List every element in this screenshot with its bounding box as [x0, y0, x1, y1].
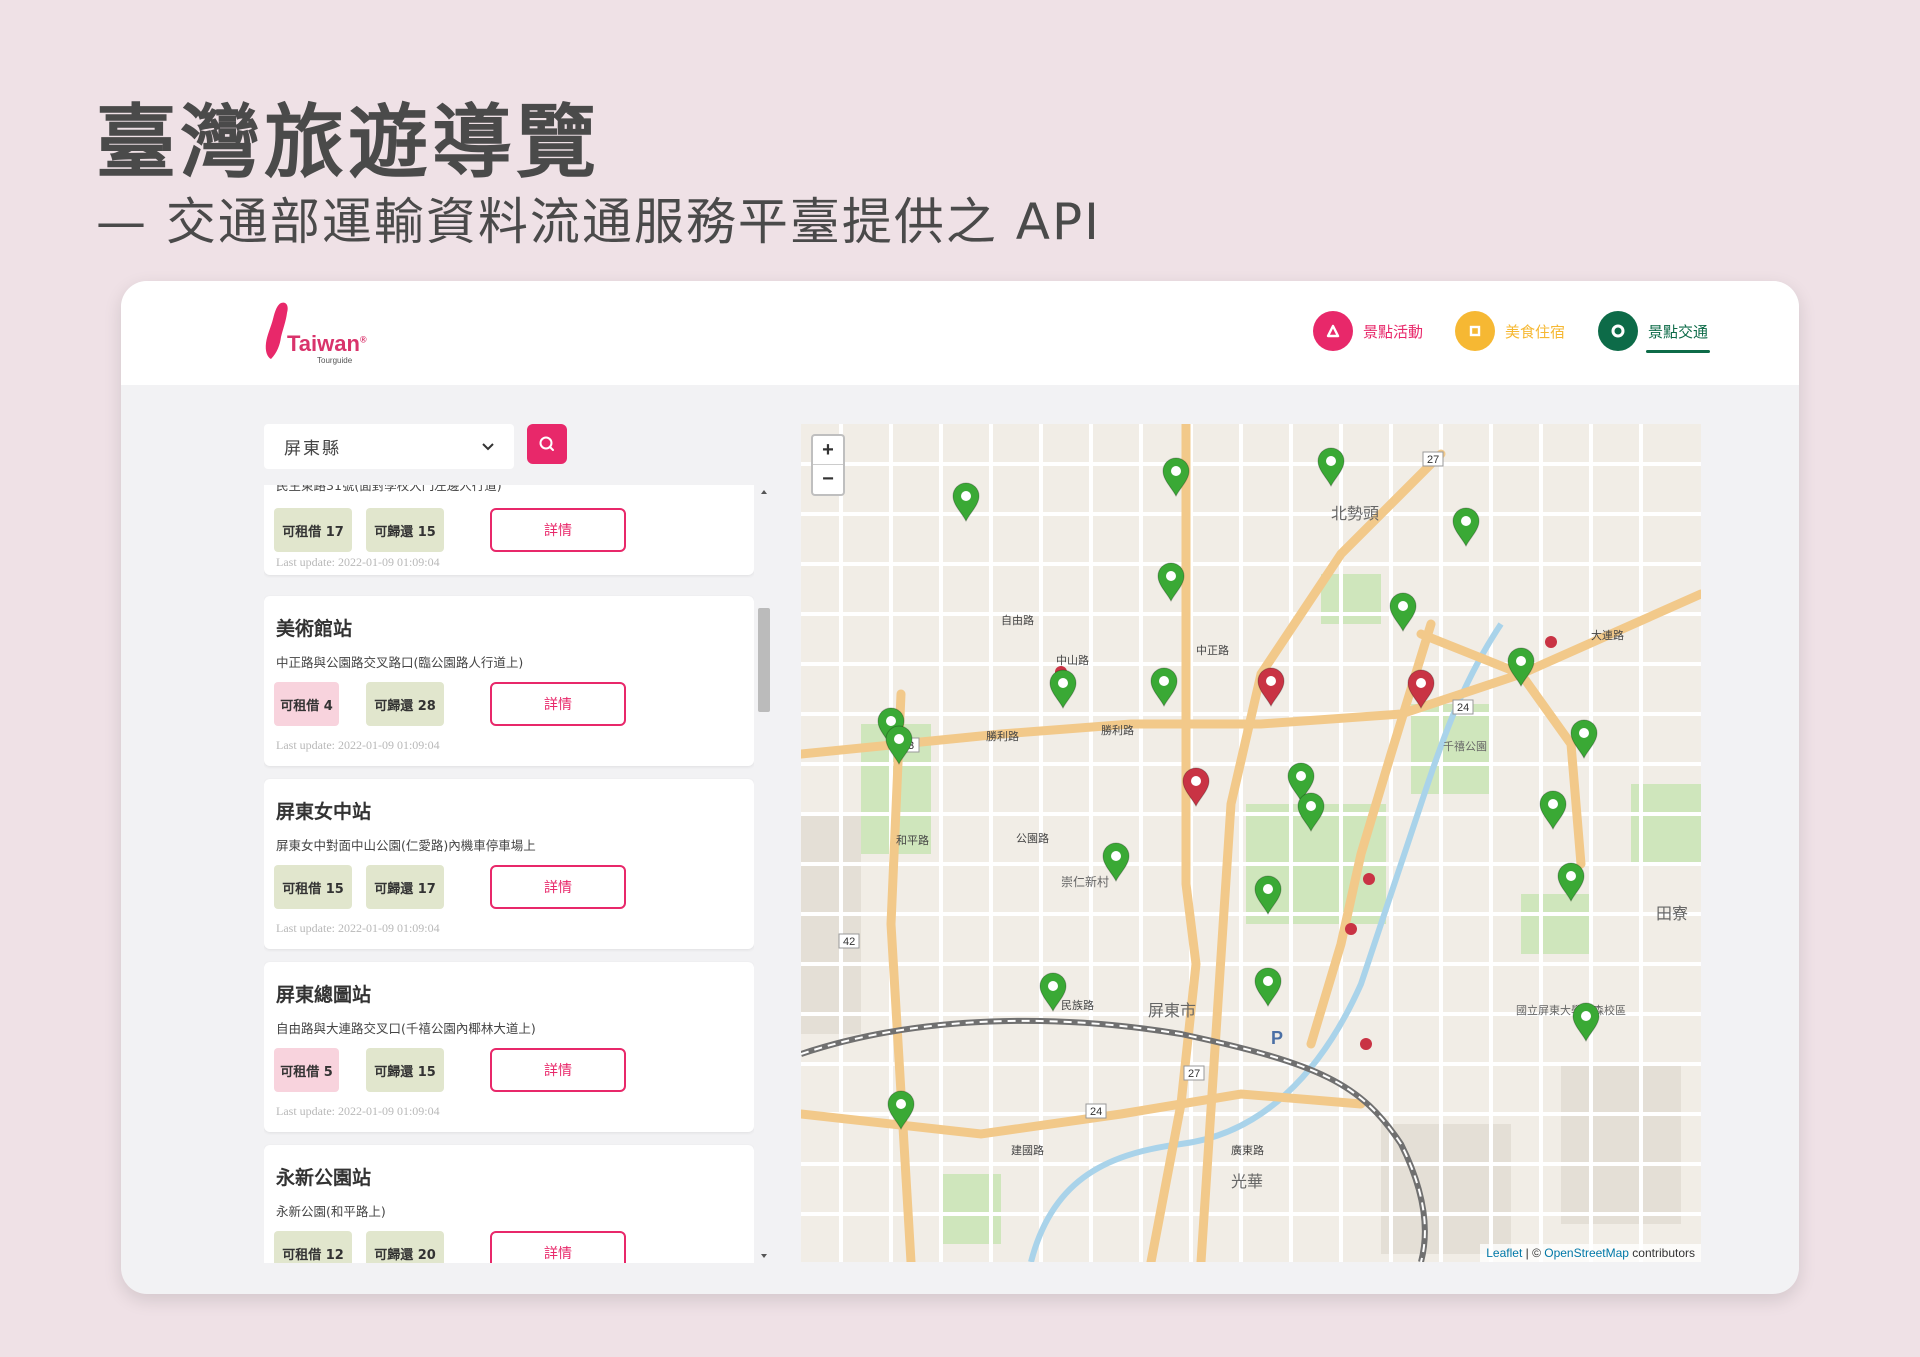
svg-text:中正路: 中正路 — [1196, 644, 1229, 657]
station-card[interactable]: 屏東女中站 屏東女中對面中山公園(仁愛路)內機車停車場上 可租借 15 可歸還 … — [264, 779, 754, 949]
detail-button[interactable]: 詳情 — [490, 682, 626, 726]
nav-food-lodging[interactable]: 美食住宿 — [1455, 311, 1565, 351]
svg-text:42: 42 — [843, 936, 855, 948]
return-badge: 可歸還 17 — [366, 865, 444, 909]
svg-text:建國路: 建國路 — [1011, 1143, 1044, 1157]
nav-scenic-activities[interactable]: 景點活動 — [1313, 311, 1423, 351]
parking-icon: P — [1271, 1028, 1283, 1048]
station-address: 中正路與公園路交叉路口(臨公園路人行道上) — [276, 655, 524, 670]
circle-icon — [1598, 311, 1638, 351]
return-badge: 可歸還 20 — [366, 1231, 444, 1263]
rent-badge: 可租借 4 — [274, 682, 339, 726]
osm-link[interactable]: OpenStreetMap — [1544, 1246, 1629, 1260]
svg-text:勝利路: 勝利路 — [1101, 723, 1134, 737]
nav-label: 美食住宿 — [1505, 322, 1566, 341]
svg-text:屏東市: 屏東市 — [1148, 1001, 1196, 1020]
map-view[interactable]: 27 3 24 27 24 42 北勢頭 屏東市 光華 田寮 崇仁新村 國立屏東… — [801, 424, 1701, 1262]
search-icon — [539, 436, 554, 451]
station-name: 永新公園站 — [276, 1167, 372, 1189]
scroll-down-icon[interactable] — [758, 1251, 770, 1261]
last-update: Last update: 2022-01-09 01:09:04 — [276, 555, 440, 569]
station-list[interactable]: 民生東路31號(面對學校大門左邊人行道) 可租借 17 可歸還 15 詳情 La… — [264, 485, 754, 1263]
detail-button[interactable]: 詳情 — [490, 1048, 626, 1092]
svg-text:和平路: 和平路 — [896, 834, 929, 847]
station-card[interactable]: 屏東總圖站 自由路與大連路交叉口(千禧公園內椰林大道上) 可租借 5 可歸還 1… — [264, 962, 754, 1132]
nav-label: 景點交通 — [1648, 322, 1709, 341]
page-title: 臺灣旅遊導覽 — [96, 96, 600, 189]
svg-text:27: 27 — [1188, 1068, 1200, 1080]
svg-text:田寮: 田寮 — [1656, 904, 1688, 923]
logo-subtext: Tourguide — [317, 356, 353, 365]
svg-text:北勢頭: 北勢頭 — [1331, 504, 1379, 523]
svg-text:民族路: 民族路 — [1061, 998, 1094, 1012]
last-update: Last update: 2022-01-09 01:09:04 — [276, 738, 440, 752]
detail-button[interactable]: 詳情 — [490, 1231, 626, 1263]
return-badge: 可歸還 15 — [366, 1048, 444, 1092]
svg-text:公園路: 公園路 — [1016, 832, 1049, 845]
triangle-icon — [1313, 311, 1353, 351]
station-card[interactable]: 永新公園站 永新公園(和平路上) 可租借 12 可歸還 20 詳情 — [264, 1145, 754, 1263]
detail-button[interactable]: 詳情 — [490, 508, 626, 552]
svg-text:24: 24 — [1457, 702, 1469, 714]
return-badge: 可歸還 28 — [366, 682, 444, 726]
station-name: 美術館站 — [276, 618, 353, 640]
zoom-in-button[interactable]: + — [813, 436, 843, 465]
attribution-separator: | © — [1522, 1246, 1545, 1260]
station-card[interactable]: 民生東路31號(面對學校大門左邊人行道) 可租借 17 可歸還 15 詳情 La… — [264, 485, 754, 575]
county-select[interactable]: 屏東縣 — [264, 424, 514, 469]
app-window: Taiwan® Tourguide 景點活動 美食住宿 景點交通 屏東縣 民生東… — [121, 281, 1799, 1294]
page-subtitle: — 交通部運輸資料流通服務平臺提供之 API — [96, 193, 1101, 251]
rent-badge: 可租借 5 — [274, 1048, 339, 1092]
last-update: Last update: 2022-01-09 01:09:04 — [276, 1104, 440, 1118]
zoom-control[interactable]: + − — [811, 434, 845, 496]
svg-text:崇仁新村: 崇仁新村 — [1061, 874, 1109, 889]
leaflet-link[interactable]: Leaflet — [1486, 1246, 1522, 1260]
scroll-up-icon[interactable] — [758, 487, 770, 497]
svg-text:國立屏東大學林森校區: 國立屏東大學林森校區 — [1516, 1003, 1626, 1017]
chevron-down-icon — [482, 442, 494, 450]
scroll-thumb[interactable] — [758, 608, 770, 712]
svg-text:大連路: 大連路 — [1591, 628, 1624, 642]
station-address: 屏東女中對面中山公園(仁愛路)內機車停車場上 — [276, 838, 536, 853]
rent-badge: 可租借 15 — [274, 865, 352, 909]
last-update: Last update: 2022-01-09 01:09:04 — [276, 921, 440, 935]
svg-text:廣東路: 廣東路 — [1231, 1143, 1264, 1157]
nav-label: 景點活動 — [1363, 322, 1424, 341]
station-address: 民生東路31號(面對學校大門左邊人行道) — [276, 485, 502, 493]
return-badge: 可歸還 15 — [366, 508, 444, 552]
svg-text:自由路: 自由路 — [1001, 613, 1034, 627]
svg-text:勝利路: 勝利路 — [986, 729, 1019, 743]
svg-text:27: 27 — [1427, 454, 1439, 466]
zoom-out-button[interactable]: − — [813, 465, 843, 494]
attribution-tail: contributors — [1628, 1246, 1695, 1260]
rent-badge: 可租借 12 — [274, 1231, 352, 1263]
logo-text: Taiwan® — [287, 331, 367, 356]
station-name: 屏東總圖站 — [276, 984, 372, 1006]
square-icon — [1455, 311, 1495, 351]
map-attribution: Leaflet | © OpenStreetMap contributors — [1480, 1244, 1701, 1262]
svg-text:千禧公園: 千禧公園 — [1443, 740, 1487, 753]
station-address: 永新公園(和平路上) — [276, 1204, 386, 1219]
county-select-value: 屏東縣 — [284, 439, 341, 459]
detail-button[interactable]: 詳情 — [490, 865, 626, 909]
svg-text:光華: 光華 — [1231, 1172, 1263, 1191]
svg-text:中山路: 中山路 — [1056, 654, 1089, 667]
station-name: 屏東女中站 — [276, 801, 372, 823]
rent-badge: 可租借 17 — [274, 508, 352, 552]
active-tab-indicator — [1646, 350, 1710, 353]
nav-scenic-transport[interactable]: 景點交通 — [1598, 311, 1708, 351]
station-card[interactable]: 美術館站 中正路與公園路交叉路口(臨公園路人行道上) 可租借 4 可歸還 28 … — [264, 596, 754, 766]
search-button[interactable] — [527, 424, 567, 464]
map-tiles[interactable]: 27 3 24 27 24 42 北勢頭 屏東市 光華 田寮 崇仁新村 國立屏東… — [801, 424, 1701, 1262]
list-scrollbar[interactable] — [757, 485, 770, 1263]
svg-text:24: 24 — [1090, 1106, 1102, 1118]
top-navbar: Taiwan® Tourguide 景點活動 美食住宿 景點交通 — [121, 281, 1799, 385]
station-address: 自由路與大連路交叉口(千禧公園內椰林大道上) — [276, 1021, 536, 1036]
